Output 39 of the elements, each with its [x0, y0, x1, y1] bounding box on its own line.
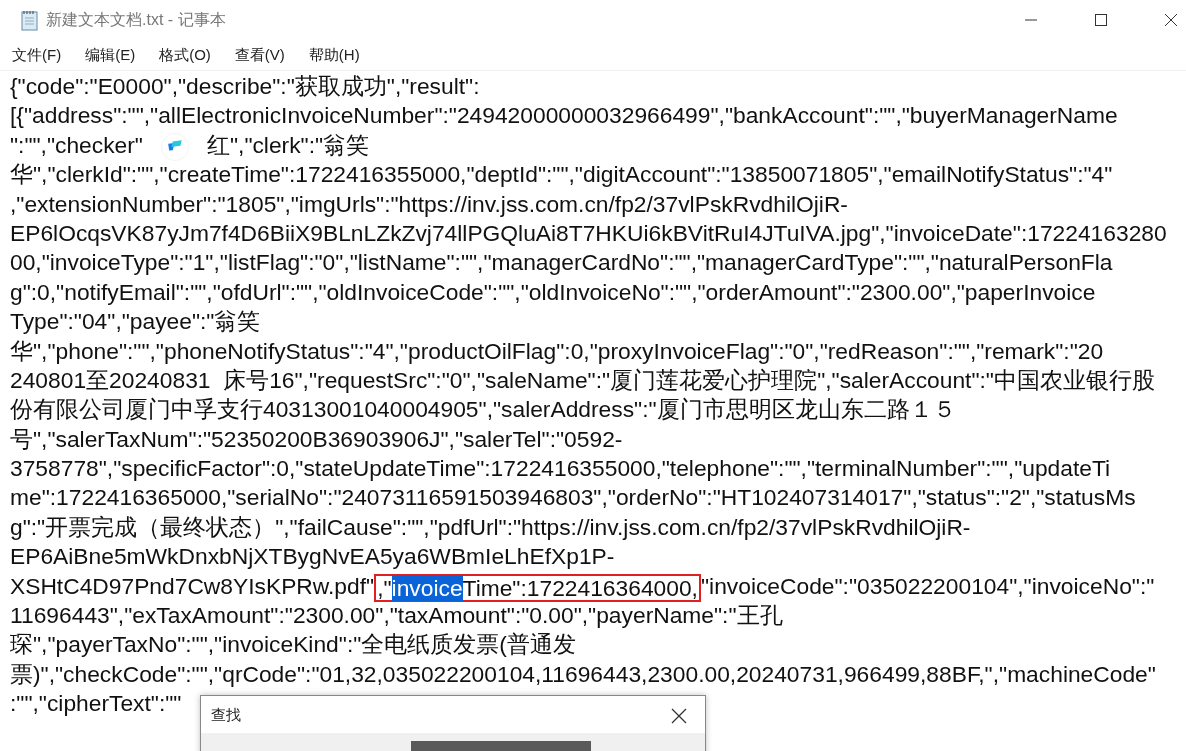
text-line: 票)","checkCode":"","qrCode":"01,32,035022200104,11696443,2300.00,20240731,966499,88BF,","machineCode" — [10, 660, 1156, 687]
text-line: 琛","payerTaxNo":"","invoiceKind":"全电纸质发票(普通发 — [10, 631, 576, 658]
menu-item[interactable]: 格式(O) — [159, 45, 211, 65]
text-line: ,"extensionNumber":"1805","imgUrls":"https://inv.jss.com.cn/fp2/37vlPskRvdhilOjiR- — [10, 190, 848, 217]
text-line: 华","clerkId":"","createTime":1722416355000,"deptId":"","digitAccount":"13850071805","emailNotifyStatus":"4" — [10, 161, 1113, 188]
text-line: :"","cipherText":"" — [10, 690, 182, 717]
text-line: 240801至20240831 床号16","requestSrc":"0","saleName":"厦门莲花爱心护理院","salerAccount":"中国农业银行股 — [10, 366, 1155, 393]
text-line: g":"开票完成（最终状态）","failCause":"","pdfUrl":"https://inv.jss.com.cn/fp2/37vlPskRvdhilOjiR- — [10, 513, 971, 540]
text-line: "invoiceCode":"035022200104","invoiceNo":" — [700, 572, 1155, 599]
text-line: {"code":"E0000","describe":"获取成功","result": — [10, 73, 480, 99]
text-line: [{"address":"","allElectronicInvoiceNumber":"24942000000032966499","bankAccount":"","buyerManagerName — [10, 102, 1118, 129]
text-line: g":0,"notifyEmail":"","ofdUrl":"","oldInvoiceCode":"","oldInvoiceNo":"","orderAmount":"2300.00","paperInvoice — [10, 278, 1096, 305]
maximize-icon[interactable] — [1094, 13, 1108, 27]
text-line: XSHtC4D97Pnd7Cw8YIsKPRw.pdf" — [10, 572, 375, 599]
menu-item[interactable]: 查看(V) — [234, 45, 285, 65]
text-line: 3758778","specificFactor":0,"stateUpdateTime":1722416355000,"telephone":"","terminalNumber":"","updateTi — [10, 455, 1111, 482]
text-span: Time":1722416364000, — [462, 574, 698, 601]
notepad-icon — [20, 9, 40, 31]
menu-item[interactable]: 文件(F) — [12, 45, 62, 65]
text-line: EP6lOcqsVK87yJm7f4D6BiiX9BLnLZkZvj74llPGQluAi8T7HKUi6kBVitRuI4JTuIVA.jpg","invoiceDate":17224163280 — [10, 219, 1167, 246]
selected-text: invoice — [391, 574, 463, 601]
text-line: 11696443","exTaxAmount":"2300.00","taxAmount":"0.00","payerName":"王孔 — [10, 602, 783, 629]
text-line: 份有限公司厦门中孚支行40313001040004905","salerAddress":"厦门市思明区龙山东二路１５ — [10, 396, 956, 423]
text-line: EP6AiBne5mWkDnxbNjXTBygNvEA5ya6WBmIeLhEfXp1P- — [10, 543, 615, 570]
text-line: 华","phone":"","phoneNotifyStatus":"4","productOilFlag":0,"proxyInvoiceFlag":"0","redReason":"","remark":"20 — [10, 337, 1104, 364]
menu-item[interactable]: 帮助(H) — [308, 45, 360, 65]
window-title: 新建文本文档.txt - 记事本 — [46, 9, 226, 30]
text-line: 号","salerTaxNum":"52350200B36903906J","salerTel":"0592- — [10, 425, 623, 452]
menu-item[interactable]: 编辑(E) — [85, 45, 136, 65]
text-line: ":"","checker" — [10, 131, 143, 158]
close-icon[interactable] — [1164, 13, 1178, 27]
text-line: 红","clerk":"翁笑 — [206, 131, 370, 158]
text-line: me":1722416365000,"serialNo":"24073116591503946803","orderNo":"HT102407314017","status":"2","statusMs — [10, 484, 1136, 511]
dialog-title: 查找 — [211, 706, 241, 725]
text-line: 00,"invoiceType":"1","listFlag":"0","listName":"","managerCardNo":"","managerCardType":"","naturalPersonFla — [10, 249, 1113, 276]
text-line: Type":"04","payee":"翁笑 — [10, 308, 261, 335]
text-span: ," — [377, 574, 392, 601]
close-icon[interactable] — [671, 707, 687, 724]
floating-app-icon[interactable] — [160, 132, 189, 161]
